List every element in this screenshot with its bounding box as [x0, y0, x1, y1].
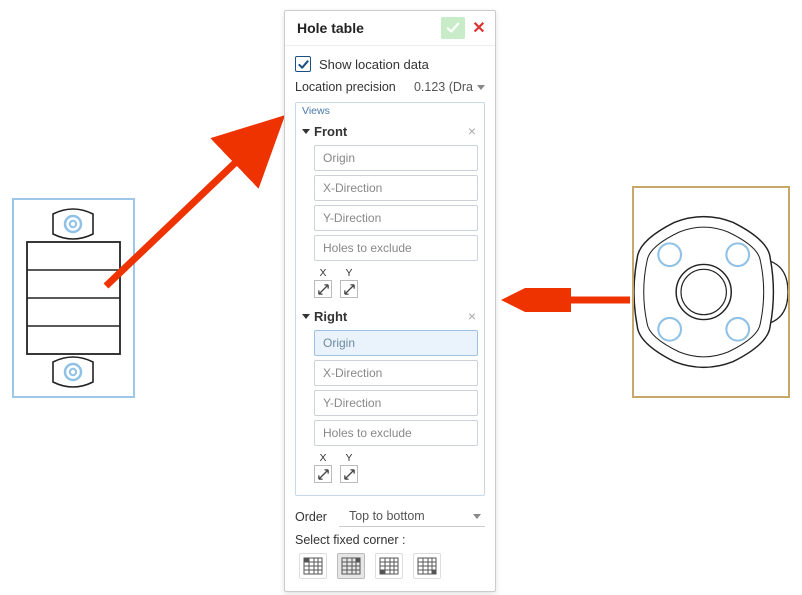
order-row: Order Top to bottom — [295, 496, 485, 533]
view-section-front: Front × Origin X-Direction Y-Direction H… — [296, 119, 484, 304]
origin-field[interactable]: Origin — [314, 145, 478, 171]
location-precision-row: Location precision 0.123 (Dra — [295, 80, 485, 102]
view-name: Right — [314, 309, 347, 324]
location-precision-label: Location precision — [295, 80, 396, 94]
chevron-down-icon — [473, 514, 481, 519]
location-precision-select[interactable]: 0.123 (Dra — [414, 80, 485, 94]
view-name: Front — [314, 124, 347, 139]
chevron-down-icon — [302, 129, 310, 134]
table-corner-icon — [417, 557, 437, 575]
y-label: Y — [345, 267, 352, 279]
view-toggle-right[interactable]: Right — [302, 309, 347, 324]
panel-title: Hole table — [297, 20, 364, 36]
flip-x-button[interactable] — [314, 280, 332, 298]
table-corner-icon — [303, 557, 323, 575]
y-label: Y — [345, 452, 352, 464]
check-icon — [298, 59, 309, 70]
origin-field[interactable]: Origin — [314, 330, 478, 356]
corner-bottom-left-button[interactable] — [375, 553, 403, 579]
x-direction-field[interactable]: X-Direction — [314, 360, 478, 386]
corner-top-left-button[interactable] — [299, 553, 327, 579]
arrow-from-right-view — [498, 288, 638, 312]
location-precision-value: 0.123 (Dra — [414, 80, 473, 94]
chevron-down-icon — [302, 314, 310, 319]
chevron-down-icon — [477, 85, 485, 90]
views-box: Views Front × Origin X-Direction Y-Direc… — [295, 102, 485, 496]
x-direction-field[interactable]: X-Direction — [314, 175, 478, 201]
corner-top-right-button[interactable] — [337, 553, 365, 579]
arrow-from-front-view — [96, 108, 296, 298]
xy-flip-row: X Y — [314, 267, 478, 298]
flip-x-button[interactable] — [314, 465, 332, 483]
close-icon: ✕ — [472, 18, 485, 38]
flip-arrow-icon — [317, 283, 330, 296]
show-location-data-checkbox[interactable] — [295, 56, 311, 72]
y-direction-field[interactable]: Y-Direction — [314, 205, 478, 231]
corner-bottom-right-button[interactable] — [413, 553, 441, 579]
right-view-preview[interactable] — [632, 186, 790, 398]
select-fixed-corner-label: Select fixed corner : — [295, 533, 485, 553]
view-section-right: Right × Origin X-Direction Y-Direction H… — [296, 304, 484, 489]
y-direction-field[interactable]: Y-Direction — [314, 390, 478, 416]
check-icon — [446, 21, 460, 35]
flip-arrow-icon — [343, 283, 356, 296]
confirm-button[interactable] — [441, 17, 465, 39]
hole-table-panel: Hole table ✕ Show location data Location… — [284, 10, 496, 592]
flip-arrow-icon — [343, 468, 356, 481]
fixed-corner-row — [295, 553, 485, 583]
order-label: Order — [295, 510, 327, 524]
flip-y-button[interactable] — [340, 280, 358, 298]
xy-flip-row: X Y — [314, 452, 478, 483]
table-corner-icon — [341, 557, 361, 575]
order-select[interactable]: Top to bottom — [339, 506, 485, 527]
table-corner-icon — [379, 557, 399, 575]
right-view-drawing — [634, 192, 788, 392]
x-label: X — [319, 452, 326, 464]
flip-arrow-icon — [317, 468, 330, 481]
holes-to-exclude-field[interactable]: Holes to exclude — [314, 235, 478, 261]
views-label: Views — [296, 103, 484, 119]
remove-view-front[interactable]: × — [466, 123, 478, 139]
show-location-data-label: Show location data — [319, 57, 429, 72]
view-toggle-front[interactable]: Front — [302, 124, 347, 139]
holes-to-exclude-field[interactable]: Holes to exclude — [314, 420, 478, 446]
remove-view-right[interactable]: × — [466, 308, 478, 324]
order-value: Top to bottom — [349, 509, 425, 523]
x-label: X — [319, 267, 326, 279]
panel-header: Hole table ✕ — [285, 11, 495, 46]
cancel-button[interactable]: ✕ — [469, 17, 489, 39]
flip-y-button[interactable] — [340, 465, 358, 483]
show-location-data-row: Show location data — [295, 54, 485, 80]
